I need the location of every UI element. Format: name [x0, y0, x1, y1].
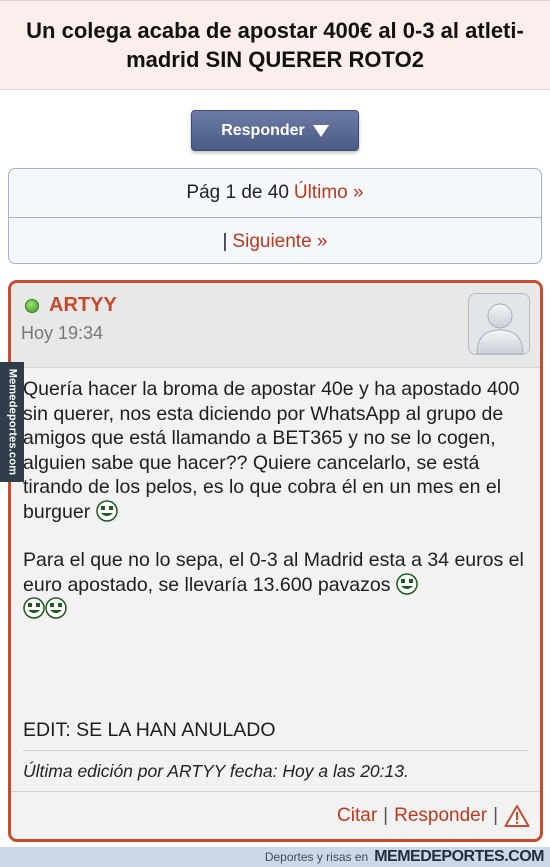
warning-icon[interactable]	[504, 804, 530, 828]
post-paragraph-text: Para el que no lo sepa, el 0-3 al Madrid…	[23, 549, 524, 596]
quote-link[interactable]: Citar	[337, 805, 377, 827]
post-edit-line: EDIT: SE LA HAN ANULADO	[23, 718, 276, 741]
post-actions: Citar | Responder |	[11, 791, 540, 839]
online-status-icon	[25, 299, 39, 313]
side-watermark: Memedeportes.com	[0, 362, 24, 482]
laughing-smiley-icon	[45, 597, 67, 619]
edit-note: Última edición por ARTYY fecha: Hoy a la…	[23, 750, 528, 794]
laughing-smiley-icon	[95, 499, 118, 522]
post-header: ARTYY Hoy 19:34	[11, 283, 540, 368]
thread-title: Un colega acaba de apostar 400€ al 0-3 a…	[26, 18, 524, 72]
bottom-watermark-brand: MEMEDEPORTES.COM	[374, 848, 544, 865]
pagination-row-next: | Siguiente »	[9, 217, 541, 265]
bottom-watermark-bar: Deportes y risas en MEMEDEPORTES.COM	[0, 847, 550, 867]
post-paragraph: Quería hacer la broma de apostar 40e y h…	[23, 377, 528, 524]
reply-button-wrap: Responder	[0, 110, 550, 151]
post-time: Hoy 19:34	[21, 323, 104, 343]
dropdown-triangle-icon	[312, 124, 329, 137]
default-avatar-icon[interactable]	[468, 293, 530, 355]
action-separator: |	[383, 804, 389, 826]
pagination: Pág 1 de 40 Último » | Siguiente »	[8, 168, 542, 264]
page-info: Pág 1 de 40	[186, 182, 289, 203]
forum-post: ARTYY Hoy 19:34 Quería hacer la broma de…	[8, 280, 543, 842]
pagination-separator: |	[222, 230, 228, 252]
laughing-smiley-icon	[23, 597, 45, 619]
post-author[interactable]: ARTYY	[49, 294, 117, 317]
action-separator: |	[493, 804, 498, 826]
reply-button-label: Responder	[221, 121, 305, 139]
laughing-smiley-icon	[396, 572, 418, 595]
next-page-link[interactable]: Siguiente »	[232, 231, 327, 253]
bottom-watermark-tagline: Deportes y risas en	[264, 850, 369, 864]
pagination-row-pages: Pág 1 de 40 Último »	[9, 169, 541, 217]
thread-title-bar: Un colega acaba de apostar 400€ al 0-3 a…	[0, 0, 550, 90]
last-page-link[interactable]: Último »	[294, 182, 364, 204]
post-paragraph: Para el que no lo sepa, el 0-3 al Madrid…	[23, 548, 528, 622]
post-body: Quería hacer la broma de apostar 40e y h…	[11, 368, 540, 794]
reply-button[interactable]: Responder	[191, 110, 359, 151]
reply-link[interactable]: Responder	[394, 805, 487, 827]
side-watermark-text: Memedeportes.com	[6, 368, 19, 476]
